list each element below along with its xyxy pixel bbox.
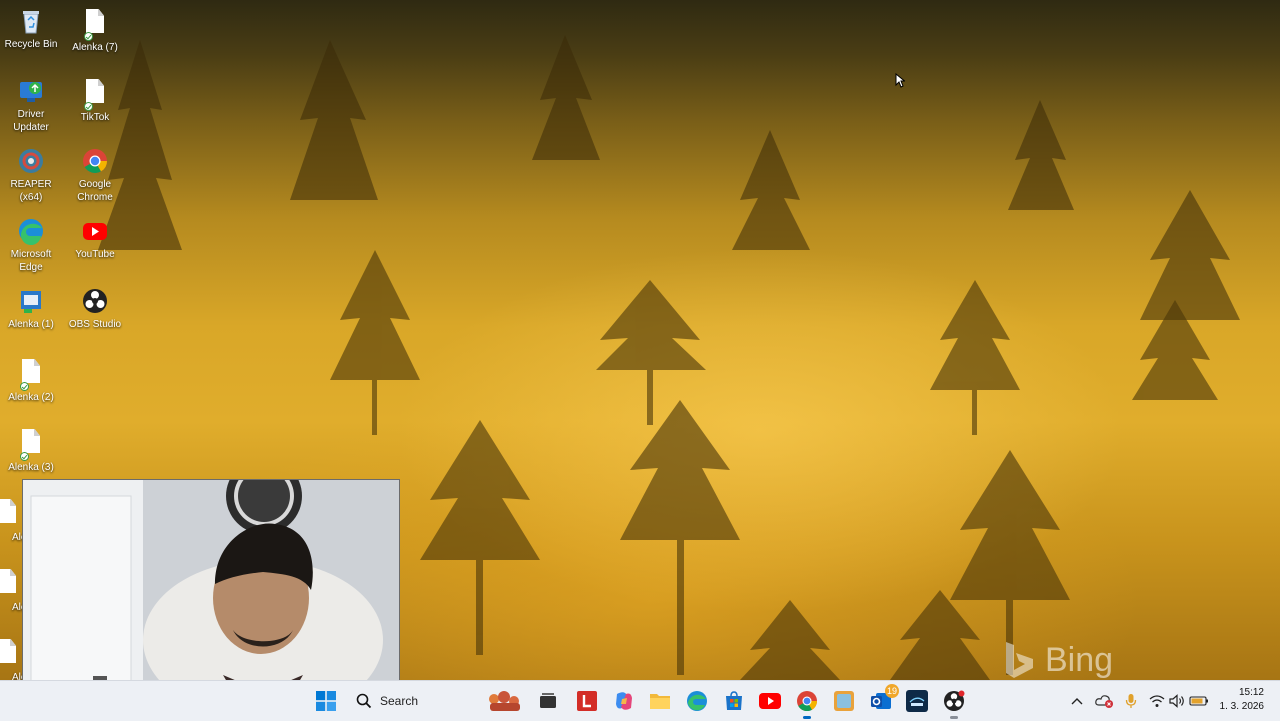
- clock-date: 1. 3. 2026: [1219, 701, 1264, 712]
- microphone-tray-button[interactable]: [1122, 691, 1140, 711]
- copilot-button[interactable]: [612, 689, 636, 713]
- outlook-badge: 19: [885, 684, 899, 698]
- disney-plus-icon: [906, 690, 928, 712]
- obs-taskbar-button[interactable]: [942, 689, 966, 719]
- icon-label: Alenka (2): [8, 392, 54, 403]
- icon-label: Driver Updater: [13, 109, 49, 133]
- recycle-bin-icon: [16, 6, 46, 36]
- desktop-icon-google-chrome[interactable]: Google Chrome: [64, 146, 126, 204]
- lastpass-button[interactable]: [575, 689, 599, 713]
- document-icon: [16, 359, 46, 391]
- icon-label: REAPER (x64): [10, 179, 52, 203]
- icon-label: Microsoft Edge: [10, 249, 52, 273]
- microphone-icon: [1125, 694, 1137, 708]
- onedrive-tray-button[interactable]: [1094, 691, 1116, 711]
- driver-updater-icon: [16, 76, 46, 106]
- widgets-icon: [489, 691, 520, 711]
- file-explorer-button[interactable]: [648, 689, 672, 713]
- copilot-icon: [616, 692, 632, 710]
- task-view-button[interactable]: [536, 689, 560, 713]
- document-icon: [80, 9, 110, 41]
- desktop-icon-reaper[interactable]: REAPER (x64): [0, 146, 62, 204]
- webcam-feed: [23, 480, 399, 692]
- youtube-icon: [759, 693, 781, 709]
- edge-icon: [16, 216, 46, 246]
- icon-label: Alenka (3): [8, 462, 54, 473]
- document-icon: [0, 639, 22, 669]
- youtube-taskbar-button[interactable]: [758, 689, 782, 713]
- document-icon: [16, 429, 46, 461]
- desktop-icon-obs-studio[interactable]: OBS Studio: [64, 286, 126, 331]
- bing-watermark-text: Bing: [1045, 640, 1114, 679]
- icon-label: OBS Studio: [68, 319, 122, 330]
- search-label: Search: [380, 694, 419, 708]
- icon-label: YouTube: [75, 249, 115, 260]
- edge-icon: [687, 691, 707, 711]
- photos-icon: [834, 691, 854, 711]
- icon-label: Google Chrome: [77, 179, 113, 203]
- youtube-icon: [80, 216, 110, 246]
- edge-taskbar-button[interactable]: [685, 689, 709, 713]
- desktop-icon-youtube[interactable]: YouTube: [64, 216, 126, 261]
- icon-label: TikTok: [80, 112, 110, 123]
- webcam-overlay: [22, 479, 400, 693]
- search-icon: [356, 693, 372, 709]
- outlook-button[interactable]: 19: [869, 684, 899, 713]
- lastpass-icon: [577, 691, 597, 711]
- clock-time: 15:12: [1238, 687, 1264, 698]
- cloud-error-icon: [1095, 695, 1113, 708]
- show-hidden-icons-button[interactable]: [1068, 691, 1086, 711]
- icon-label: Recycle Bin: [4, 39, 58, 50]
- mouse-cursor-icon: [895, 73, 905, 88]
- obs-icon: [944, 690, 965, 711]
- desktop-icon-microsoft-edge[interactable]: Microsoft Edge: [0, 216, 62, 274]
- microsoft-store-button[interactable]: [722, 689, 746, 713]
- document-icon: [16, 286, 46, 316]
- active-indicator: [803, 716, 811, 719]
- icon-label: Alenka (7): [72, 42, 118, 53]
- document-icon: [0, 499, 22, 529]
- chrome-icon: [80, 146, 110, 176]
- desktop-icon-tiktok[interactable]: TikTok: [64, 76, 126, 124]
- running-indicator: [950, 716, 958, 719]
- widgets-button[interactable]: [486, 689, 528, 713]
- task-view-icon: [540, 693, 556, 708]
- desktop-icon-recycle-bin[interactable]: Recycle Bin: [0, 6, 62, 51]
- chrome-icon: [797, 691, 818, 712]
- icon-label: Alenka (1): [8, 319, 54, 330]
- volume-icon: [1169, 694, 1184, 708]
- bing-logo-icon: [1006, 642, 1033, 678]
- desktop-icon-alenka-7[interactable]: Alenka (7): [64, 6, 126, 54]
- wifi-tray-button[interactable]: [1148, 691, 1166, 711]
- chrome-taskbar-button[interactable]: [795, 689, 819, 719]
- start-icon: [316, 691, 336, 711]
- wifi-icon: [1149, 695, 1165, 707]
- microsoft-store-icon: [726, 691, 742, 710]
- document-icon: [0, 569, 22, 599]
- chevron-up-icon: [1071, 698, 1083, 705]
- obs-icon: [80, 286, 110, 316]
- desktop-icon-alenka-2[interactable]: Alenka (2): [0, 356, 62, 404]
- desktop-icon-driver-updater[interactable]: Driver Updater: [0, 76, 62, 134]
- photos-button[interactable]: [832, 689, 856, 713]
- document-icon: [80, 79, 110, 111]
- bing-watermark: Bing: [1003, 640, 1113, 680]
- taskbar: Search 19 15:12 1. 3. 2026: [0, 680, 1280, 721]
- file-explorer-icon: [650, 694, 670, 709]
- desktop-icon-alenka-1[interactable]: Alenka (1): [0, 286, 62, 331]
- volume-tray-button[interactable]: [1168, 691, 1186, 711]
- taskbar-search[interactable]: Search: [348, 687, 476, 715]
- battery-icon: [1189, 696, 1208, 706]
- start-button[interactable]: [314, 689, 338, 713]
- battery-tray-button[interactable]: [1188, 691, 1210, 711]
- desktop-icon-alenka-3[interactable]: Alenka (3): [0, 426, 62, 474]
- reaper-icon: [16, 146, 46, 176]
- taskbar-clock[interactable]: 15:12 1. 3. 2026: [1220, 686, 1264, 714]
- disney-plus-button[interactable]: [905, 689, 929, 713]
